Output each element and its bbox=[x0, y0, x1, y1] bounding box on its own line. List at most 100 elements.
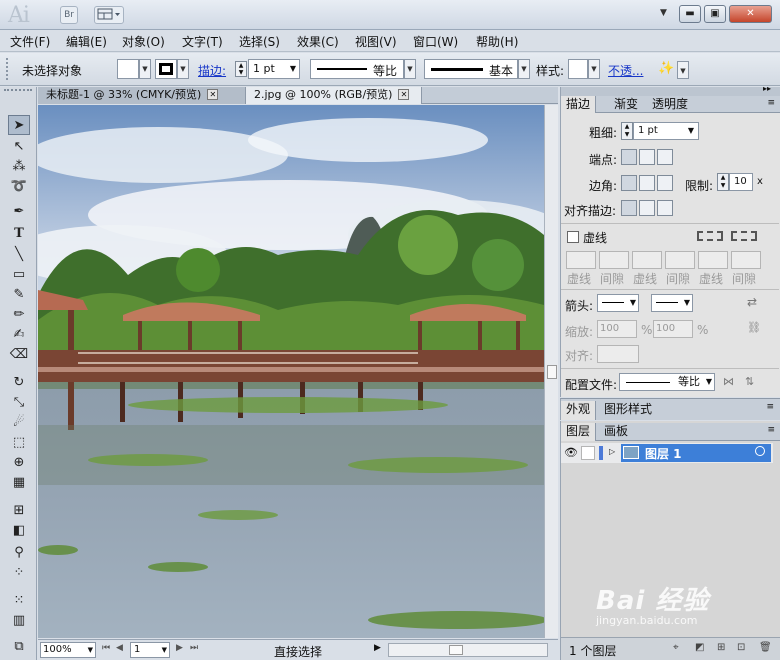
stroke-link[interactable]: 描边: bbox=[198, 62, 226, 79]
blend-tool-icon[interactable]: ⁘ bbox=[8, 563, 30, 583]
profile-dropdown[interactable]: ▼ bbox=[404, 59, 416, 79]
menu-effect[interactable]: 效果(C) bbox=[297, 33, 339, 50]
style-swatch[interactable] bbox=[568, 59, 588, 79]
lock-toggle[interactable] bbox=[581, 446, 595, 460]
profile-select[interactable]: 等比 ▼ bbox=[619, 373, 715, 391]
tab-layers[interactable]: 图层 bbox=[561, 423, 597, 441]
zoom-field[interactable]: 100% ▼ bbox=[40, 642, 96, 658]
scale-tool-icon[interactable]: ⤡ bbox=[8, 393, 30, 413]
workspace-layout-button[interactable] bbox=[94, 6, 124, 24]
workspace-menu-arrow[interactable]: ▼ bbox=[660, 8, 667, 18]
tab-artboards[interactable]: 画板 bbox=[599, 423, 633, 440]
locate-object-icon[interactable]: ⌖ bbox=[673, 642, 679, 653]
lasso-tool-icon[interactable]: ➰ bbox=[8, 177, 30, 197]
type-tool-icon[interactable]: T bbox=[8, 224, 30, 244]
tab-appearance[interactable]: 外观 bbox=[561, 401, 597, 420]
stroke-swatch[interactable] bbox=[155, 59, 177, 79]
tab-document-1[interactable]: 未标题-1 @ 33% (CMYK/预览) ✕ bbox=[38, 87, 246, 104]
fill-dropdown[interactable]: ▼ bbox=[139, 59, 151, 79]
trash-icon[interactable]: 🗑 bbox=[759, 642, 772, 653]
tab-close-icon[interactable]: ✕ bbox=[207, 89, 219, 100]
target-icon[interactable] bbox=[755, 446, 765, 456]
first-page-icon[interactable]: ⏮ bbox=[102, 643, 110, 653]
warp-tool-icon[interactable]: ☄ bbox=[8, 413, 30, 433]
minimize-button[interactable]: ▬ bbox=[679, 5, 701, 23]
collapse-panel-icon[interactable]: ▸▸ bbox=[763, 84, 771, 93]
menu-file[interactable]: 文件(F) bbox=[10, 33, 50, 50]
artboard-tool-icon[interactable]: ⧉ bbox=[8, 637, 30, 657]
maximize-button[interactable]: ▣ bbox=[704, 5, 726, 23]
stroke-weight-field[interactable]: 1 pt ▼ bbox=[248, 59, 300, 79]
paintbrush-tool-icon[interactable]: ✎ bbox=[8, 285, 30, 305]
menu-type[interactable]: 文字(T) bbox=[182, 33, 223, 50]
blob-brush-tool-icon[interactable]: ✍ bbox=[8, 325, 30, 345]
end-arrowhead-select[interactable]: ▼ bbox=[651, 294, 693, 312]
round-cap-button[interactable] bbox=[639, 149, 655, 165]
link-scale-icon[interactable]: ⛓ bbox=[747, 321, 761, 334]
align-center-button[interactable] bbox=[621, 200, 637, 216]
pencil-tool-icon[interactable]: ✏ bbox=[8, 305, 30, 325]
preserve-dash-icon[interactable] bbox=[697, 231, 723, 241]
mesh-tool-icon[interactable]: ⊞ bbox=[8, 501, 30, 521]
brush-definition[interactable]: 基本 bbox=[424, 59, 518, 79]
tab-document-2[interactable]: 2.jpg @ 100% (RGB/预览) ✕ bbox=[246, 87, 422, 104]
bridge-button[interactable]: Br bbox=[60, 6, 78, 24]
menu-view[interactable]: 视图(V) bbox=[355, 33, 397, 50]
menu-window[interactable]: 窗口(W) bbox=[413, 33, 458, 50]
align-dash-icon[interactable] bbox=[731, 231, 757, 241]
miter-join-button[interactable] bbox=[621, 175, 637, 191]
start-arrowhead-select[interactable]: ▼ bbox=[597, 294, 639, 312]
status-menu-arrow[interactable]: ▶ bbox=[374, 643, 381, 653]
vertical-scrollbar[interactable] bbox=[544, 105, 558, 638]
menu-help[interactable]: 帮助(H) bbox=[476, 33, 518, 50]
stroke-dropdown[interactable]: ▼ bbox=[177, 59, 189, 79]
expand-layer-icon[interactable]: ▷ bbox=[609, 447, 615, 456]
flip-along-icon[interactable]: ⋈ bbox=[723, 375, 734, 388]
visibility-eye-icon[interactable]: 👁 bbox=[564, 446, 578, 459]
butt-cap-button[interactable] bbox=[621, 149, 637, 165]
menu-object[interactable]: 对象(O) bbox=[122, 33, 165, 50]
menu-select[interactable]: 选择(S) bbox=[239, 33, 280, 50]
new-layer-icon[interactable]: ⊡ bbox=[737, 642, 745, 653]
opacity-link[interactable]: 不透... bbox=[608, 62, 643, 79]
panel-menu-icon[interactable]: ≡ bbox=[766, 402, 774, 412]
brush-dropdown[interactable]: ▼ bbox=[518, 59, 530, 79]
rectangle-tool-icon[interactable]: ▭ bbox=[8, 265, 30, 285]
eyedropper-tool-icon[interactable]: ⚲ bbox=[8, 543, 30, 563]
horizontal-scrollbar[interactable] bbox=[388, 643, 548, 657]
style-dropdown[interactable]: ▼ bbox=[588, 59, 600, 79]
line-tool-icon[interactable]: ╲ bbox=[8, 245, 30, 265]
next-page-icon[interactable]: ▶ bbox=[176, 643, 183, 653]
symbol-sprayer-tool-icon[interactable]: ⁙ bbox=[8, 591, 30, 611]
close-window-button[interactable]: ✕ bbox=[729, 5, 772, 23]
pen-tool-icon[interactable]: ✒ bbox=[8, 202, 30, 222]
stroke-weight-stepper[interactable]: ▲ ▼ bbox=[235, 61, 247, 77]
layer-row[interactable]: 👁 ▷ 图层 1 bbox=[561, 443, 773, 463]
column-graph-tool-icon[interactable]: ▥ bbox=[8, 611, 30, 631]
artboard-canvas[interactable] bbox=[38, 105, 544, 638]
tab-stroke[interactable]: 描边 bbox=[561, 96, 597, 113]
tab-graphic-styles[interactable]: 图形样式 bbox=[599, 401, 657, 418]
limit-field[interactable]: 10 bbox=[729, 173, 753, 191]
shape-builder-tool-icon[interactable]: ⊕ bbox=[8, 453, 30, 473]
tab-gradient[interactable]: 渐变 bbox=[609, 96, 643, 113]
gradient-tool-icon[interactable]: ◧ bbox=[8, 521, 30, 541]
new-sublayer-icon[interactable]: ⊞ bbox=[717, 642, 725, 653]
clipping-mask-icon[interactable]: ◩ bbox=[695, 642, 704, 653]
panel-menu-icon[interactable]: ≡ bbox=[767, 98, 775, 108]
perspective-grid-tool-icon[interactable]: ▦ bbox=[8, 473, 30, 493]
limit-stepper[interactable]: ▲ ▼ bbox=[717, 173, 729, 191]
dashed-line-checkbox[interactable] bbox=[567, 231, 579, 243]
tab-transparency[interactable]: 透明度 bbox=[647, 96, 693, 113]
selection-tool-icon[interactable]: ➤ bbox=[8, 115, 30, 135]
panel-menu-icon[interactable]: ≡ bbox=[767, 425, 775, 435]
prev-page-icon[interactable]: ◀ bbox=[116, 643, 123, 653]
weight-field[interactable]: 1 pt ▼ bbox=[633, 122, 699, 140]
free-transform-tool-icon[interactable]: ⬚ bbox=[8, 433, 30, 453]
weight-stepper[interactable]: ▲ ▼ bbox=[621, 122, 633, 140]
flip-across-icon[interactable]: ⇅ bbox=[745, 375, 754, 388]
wand-dropdown[interactable]: ▼ bbox=[677, 61, 689, 79]
variable-width-profile[interactable]: 等比 bbox=[310, 59, 404, 79]
page-field[interactable]: 1 ▼ bbox=[130, 642, 170, 658]
rotate-tool-icon[interactable]: ↻ bbox=[8, 373, 30, 393]
